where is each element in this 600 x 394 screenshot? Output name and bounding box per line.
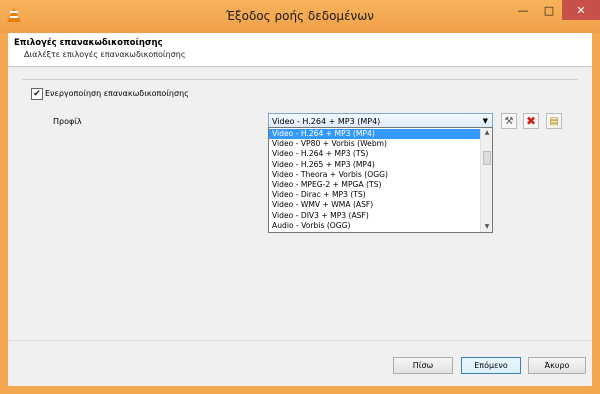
close-button[interactable]: ✕ bbox=[562, 0, 600, 20]
page-title: Επιλογές επανακωδικοποίησης bbox=[14, 38, 163, 48]
profile-dropdown-list[interactable]: Video - H.264 + MP3 (MP4) Video - VP80 +… bbox=[268, 127, 493, 233]
window-frame-left bbox=[0, 33, 8, 394]
group-divider bbox=[22, 79, 578, 80]
dropdown-scrollbar[interactable]: ▲ ▼ bbox=[480, 128, 492, 232]
dropdown-item[interactable]: Video - Theora + Vorbis (OGG) bbox=[269, 170, 481, 180]
wrench-screwdriver-icon: ⚒ bbox=[504, 115, 514, 127]
maximize-button[interactable]: □ bbox=[536, 0, 562, 20]
scroll-up-icon[interactable]: ▲ bbox=[481, 128, 492, 138]
dropdown-item[interactable]: Video - VP80 + Vorbis (Webm) bbox=[269, 139, 481, 149]
page-header: Επιλογές επανακωδικοποίησης Διαλέξτε επι… bbox=[8, 33, 592, 67]
red-x-icon: ✖ bbox=[525, 114, 537, 128]
window-frame-bottom bbox=[0, 386, 600, 394]
window-frame-right bbox=[592, 33, 600, 394]
new-profile-button[interactable]: ▤ bbox=[546, 113, 562, 129]
dropdown-item[interactable]: Video - WMV + WMA (ASF) bbox=[269, 200, 481, 210]
profile-label: Προφίλ bbox=[53, 117, 82, 126]
notepad-icon: ▤ bbox=[549, 115, 559, 127]
chevron-down-icon[interactable]: ▼ bbox=[483, 117, 488, 125]
next-button[interactable]: Επόμενο bbox=[461, 357, 521, 374]
page-subtitle: Διαλέξτε επιλογές επανακωδικοποίησης bbox=[24, 50, 186, 59]
scroll-thumb[interactable] bbox=[483, 151, 491, 165]
delete-profile-button[interactable]: ✖ bbox=[523, 113, 539, 129]
minimize-button[interactable]: — bbox=[510, 0, 536, 20]
back-button[interactable]: Πίσω bbox=[393, 357, 453, 374]
edit-profile-button[interactable]: ⚒ bbox=[501, 113, 517, 129]
dropdown-item[interactable]: Audio - Vorbis (OGG) bbox=[269, 221, 481, 231]
dropdown-item[interactable]: Video - Dirac + MP3 (TS) bbox=[269, 190, 481, 200]
cancel-button[interactable]: Άκυρο bbox=[528, 357, 586, 374]
dropdown-item[interactable]: Video - H.264 + MP3 (MP4) bbox=[269, 129, 481, 139]
scroll-down-icon[interactable]: ▼ bbox=[481, 222, 492, 232]
dropdown-item[interactable]: Video - MPEG-2 + MPGA (TS) bbox=[269, 180, 481, 190]
enable-transcode-checkbox[interactable]: ✔ bbox=[31, 88, 43, 100]
dropdown-item[interactable]: Video - H.264 + MP3 (TS) bbox=[269, 149, 481, 159]
title-bar: Έξοδος ροής δεδομένων — □ ✕ bbox=[0, 0, 600, 33]
profile-selected-value: Video - H.264 + MP3 (MP4) bbox=[272, 117, 381, 126]
enable-transcode-label[interactable]: Ενεργοποίηση επανακωδικοποίησης bbox=[45, 89, 189, 98]
dropdown-item[interactable]: Video - DIV3 + MP3 (ASF) bbox=[269, 211, 481, 221]
dropdown-item[interactable]: Video - H.265 + MP3 (MP4) bbox=[269, 160, 481, 170]
